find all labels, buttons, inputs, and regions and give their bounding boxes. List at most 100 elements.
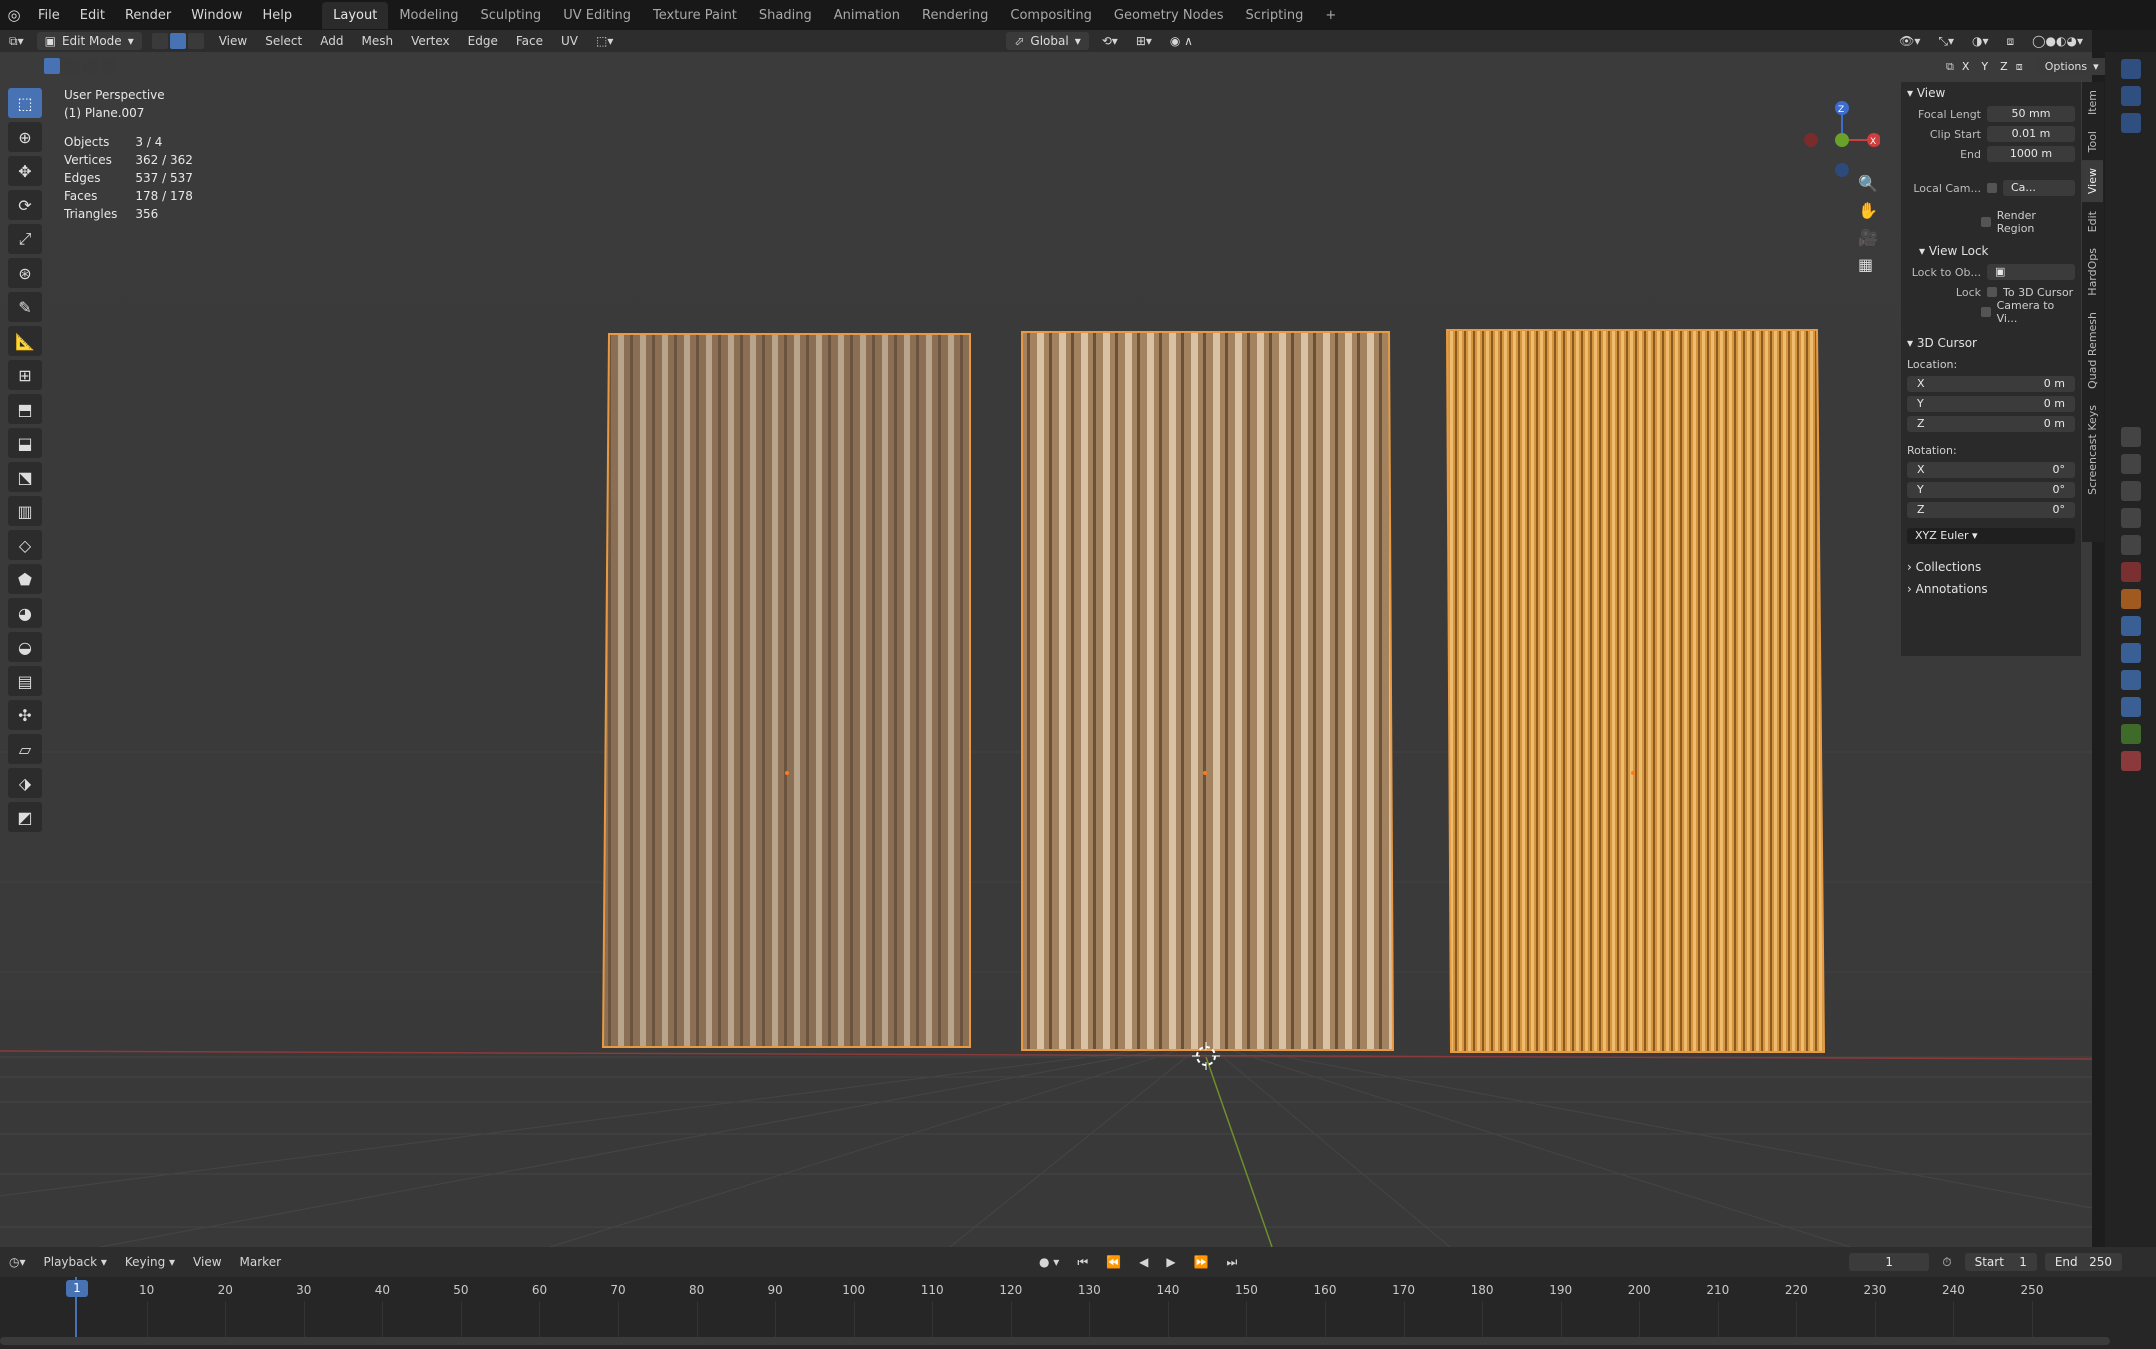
- edge-select-icon[interactable]: [169, 33, 186, 49]
- pivot-icon[interactable]: ⟲▾: [1093, 32, 1127, 50]
- tab-geometry-nodes[interactable]: Geometry Nodes: [1103, 2, 1235, 29]
- knife-icon[interactable]: ◇: [8, 530, 42, 560]
- select-subtract-icon[interactable]: [82, 58, 98, 74]
- clip-end-field[interactable]: 1000 m: [1987, 146, 2075, 162]
- object-properties-icon[interactable]: [2120, 589, 2141, 609]
- uv-sync-icon[interactable]: ⬚▾: [587, 32, 622, 50]
- proportional-edit-icon[interactable]: ◉ ∧: [1161, 32, 1202, 50]
- camera-icon[interactable]: 🎥: [1858, 228, 1878, 247]
- inset-icon[interactable]: ⬓: [8, 428, 42, 458]
- axis-z-toggle[interactable]: Z: [1996, 58, 2012, 75]
- location-x-field[interactable]: X 0 m: [1907, 376, 2075, 392]
- rotation-z-field[interactable]: Z 0°: [1907, 502, 2075, 518]
- modifier-wrench-icon[interactable]: [2120, 616, 2141, 636]
- options-dropdown[interactable]: Options ▾: [2036, 58, 2107, 75]
- annotations-section-header[interactable]: › Annotations: [1901, 578, 2081, 600]
- play-icon[interactable]: ▶: [1157, 1253, 1184, 1271]
- rip-icon[interactable]: ⬗: [8, 768, 42, 798]
- pan-hand-icon[interactable]: ✋: [1858, 201, 1878, 220]
- ortho-grid-icon[interactable]: ▦: [1858, 255, 1878, 274]
- tab-uv-editing[interactable]: UV Editing: [552, 2, 642, 29]
- select-new-icon[interactable]: [44, 58, 60, 74]
- object-list-icon[interactable]: [2120, 113, 2141, 133]
- select-box-icon[interactable]: ⬚: [8, 88, 42, 118]
- xray-toggle-icon[interactable]: ⧈: [1997, 32, 2023, 51]
- select-extend-icon[interactable]: [63, 58, 79, 74]
- blender-logo-icon[interactable]: ◎: [0, 6, 28, 24]
- 3d-viewport[interactable]: Z X 🔍 ✋ 🎥 ▦: [0, 52, 2092, 1247]
- render-region-checkbox[interactable]: [1981, 217, 1991, 227]
- axis-y-toggle[interactable]: Y: [1977, 58, 1993, 75]
- particles-icon[interactable]: [2120, 643, 2141, 663]
- tab-animation[interactable]: Animation: [823, 2, 911, 29]
- view-layer-icon[interactable]: [2120, 508, 2141, 528]
- lock-to-object-field[interactable]: ▣: [1987, 264, 2075, 280]
- overlay-toggle-icon[interactable]: ◑▾: [1963, 32, 1998, 50]
- axis-x-toggle[interactable]: X: [1957, 58, 1974, 75]
- mesh-data-icon[interactable]: [2120, 724, 2141, 744]
- navigation-gizmo[interactable]: Z X: [1800, 86, 1880, 186]
- menu-edit[interactable]: Edit: [70, 8, 115, 23]
- extrude-icon[interactable]: ⬒: [8, 394, 42, 424]
- location-y-field[interactable]: Y 0 m: [1907, 396, 2075, 412]
- extra-tool-icon[interactable]: ◩: [8, 802, 42, 832]
- add-cube-icon[interactable]: ⊞: [8, 360, 42, 390]
- annotate-icon[interactable]: ✎: [8, 292, 42, 322]
- tab-compositing[interactable]: Compositing: [999, 2, 1103, 29]
- jump-end-icon[interactable]: ⏭: [1218, 1253, 1247, 1272]
- stopwatch-icon[interactable]: ⏱: [1933, 1253, 1960, 1272]
- world-icon[interactable]: [2120, 562, 2141, 582]
- clip-start-field[interactable]: 0.01 m: [1987, 126, 2075, 142]
- tab-tool[interactable]: Tool: [2082, 123, 2103, 160]
- tab-shading[interactable]: Shading: [748, 2, 823, 29]
- menu-view[interactable]: View: [210, 32, 256, 50]
- topology-icon[interactable]: ⧈: [2016, 60, 2023, 74]
- menu-edge[interactable]: Edge: [459, 32, 507, 50]
- tab-rendering[interactable]: Rendering: [911, 2, 999, 29]
- menu-uv[interactable]: UV: [552, 32, 587, 50]
- marker-menu[interactable]: Marker: [231, 1253, 290, 1271]
- playback-menu[interactable]: Playback ▾: [35, 1253, 116, 1271]
- menu-mesh[interactable]: Mesh: [352, 32, 402, 50]
- add-workspace-button[interactable]: +: [1314, 2, 1347, 29]
- tool-properties-icon[interactable]: [2120, 427, 2141, 447]
- record-icon[interactable]: ● ▾: [1030, 1253, 1068, 1271]
- tab-screencast-keys[interactable]: Screencast Keys: [2082, 397, 2103, 503]
- local-camera-checkbox[interactable]: [1987, 183, 1997, 193]
- camera-to-view-checkbox[interactable]: [1981, 307, 1991, 317]
- menu-window[interactable]: Window: [181, 8, 252, 23]
- material-icon[interactable]: [2120, 751, 2141, 771]
- constraints-icon[interactable]: [2120, 697, 2141, 717]
- shading-modes-icon[interactable]: ◯●◐◕▾: [2023, 32, 2092, 50]
- play-reverse-icon[interactable]: ◀: [1130, 1253, 1157, 1271]
- zoom-icon[interactable]: 🔍: [1858, 174, 1878, 193]
- tab-scripting[interactable]: Scripting: [1235, 2, 1315, 29]
- render-properties-icon[interactable]: [2120, 454, 2141, 474]
- tab-quad-remesh[interactable]: Quad Remesh: [2082, 304, 2103, 397]
- tab-layout[interactable]: Layout: [322, 1, 389, 29]
- tab-item[interactable]: Item: [2082, 82, 2103, 123]
- start-frame-field[interactable]: Start 1: [1964, 1253, 2037, 1271]
- scale-icon[interactable]: ⤢: [8, 224, 42, 254]
- timeline-scrollbar[interactable]: [0, 1337, 2110, 1345]
- lock-to-cursor-checkbox[interactable]: [1987, 287, 1997, 297]
- local-camera-field[interactable]: Ca...: [2003, 180, 2075, 196]
- select-intersect-icon[interactable]: [101, 58, 117, 74]
- view-lock-section-header[interactable]: ▾ View Lock: [1901, 240, 2081, 262]
- prev-keyframe-icon[interactable]: ⏪: [1097, 1253, 1130, 1271]
- bevel-icon[interactable]: ⬔: [8, 462, 42, 492]
- rotation-mode-dropdown[interactable]: XYZ Euler ▾: [1907, 528, 2075, 544]
- tab-texture-paint[interactable]: Texture Paint: [642, 2, 748, 29]
- loop-cut-icon[interactable]: ▥: [8, 496, 42, 526]
- edge-slide-icon[interactable]: ▤: [8, 666, 42, 696]
- editor-type-icon[interactable]: ⧉▾: [0, 32, 33, 51]
- collection-icon[interactable]: [2120, 86, 2141, 106]
- current-frame-field[interactable]: 1: [1849, 1253, 1930, 1271]
- focal-length-field[interactable]: 50 mm: [1987, 106, 2075, 122]
- menu-face[interactable]: Face: [507, 32, 552, 50]
- view-menu[interactable]: View: [184, 1253, 230, 1271]
- view-section-header[interactable]: ▾ View: [1901, 82, 2081, 104]
- scene-icon[interactable]: [2120, 535, 2141, 555]
- menu-help[interactable]: Help: [253, 8, 303, 23]
- menu-render[interactable]: Render: [115, 8, 181, 23]
